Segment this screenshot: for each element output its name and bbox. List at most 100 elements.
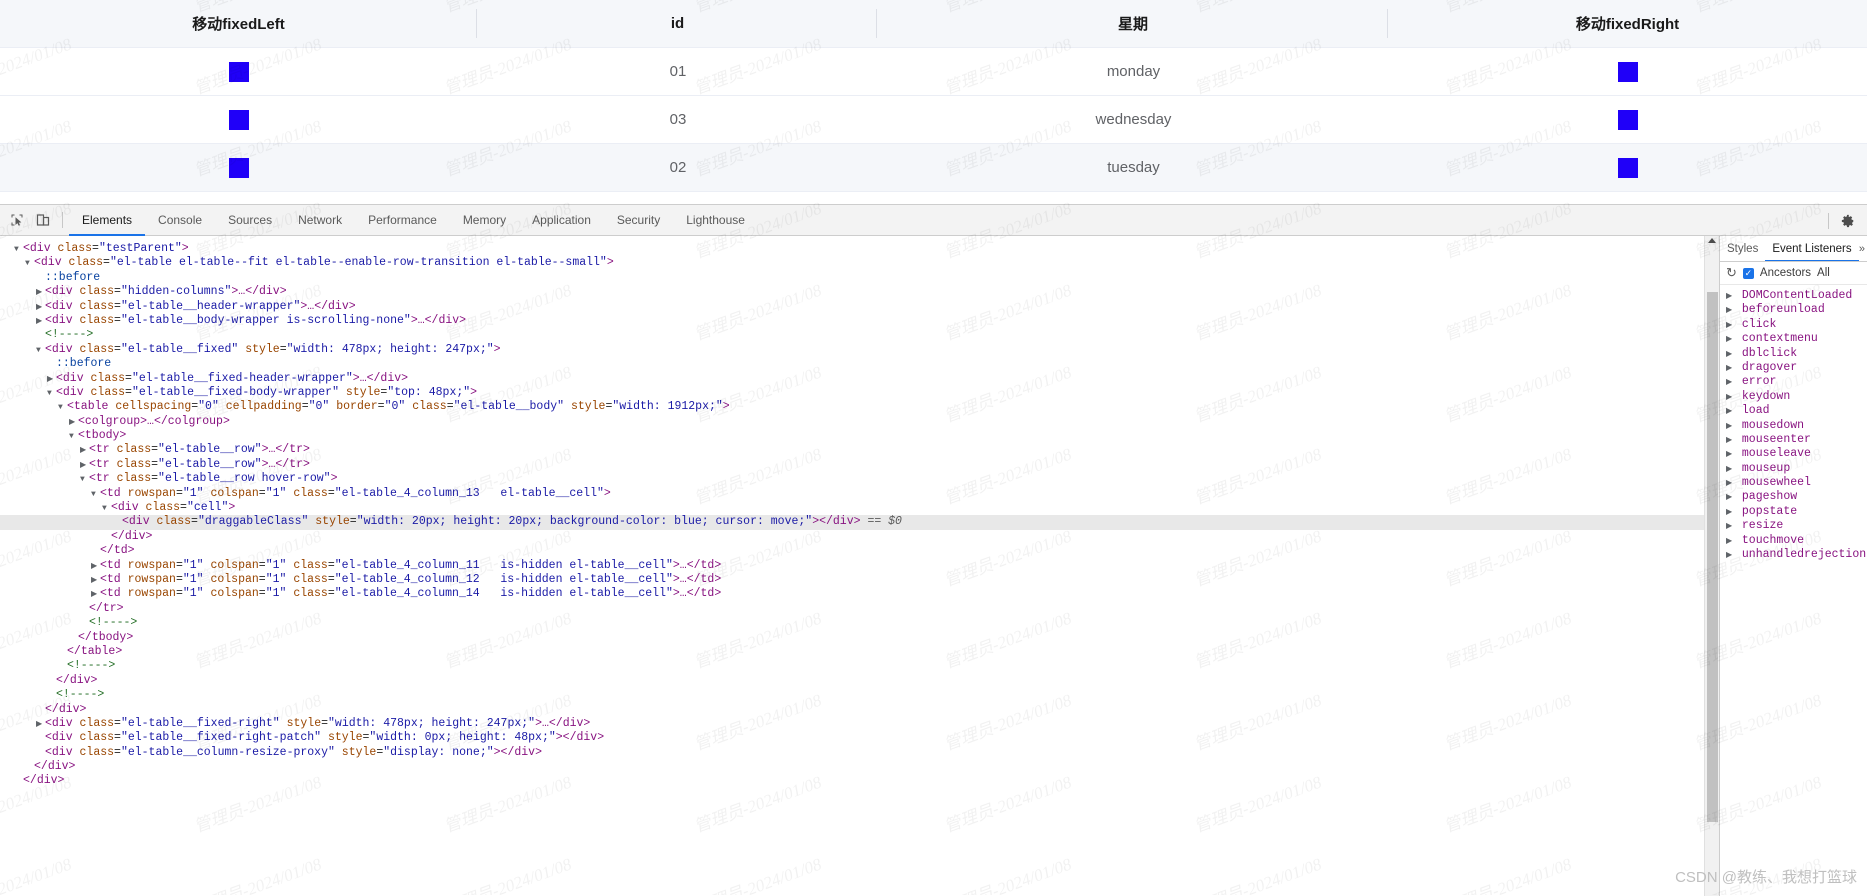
- dom-node[interactable]: </div>: [0, 703, 1719, 717]
- drag-handle-square[interactable]: [229, 61, 249, 82]
- dom-node[interactable]: </div>: [0, 760, 1719, 774]
- expand-triangle-icon[interactable]: [1726, 490, 1735, 505]
- dom-node[interactable]: </tr>: [0, 602, 1719, 616]
- drag-handle-square[interactable]: [1618, 157, 1638, 178]
- dom-node[interactable]: ::before: [0, 357, 1719, 371]
- collapse-triangle-icon[interactable]: [91, 573, 100, 588]
- tab-memory[interactable]: Memory: [450, 205, 519, 236]
- event-listener-item[interactable]: click: [1720, 318, 1867, 332]
- dom-node[interactable]: <div class="el-table__header-wrapper">…<…: [0, 300, 1719, 314]
- expand-triangle-icon[interactable]: [1726, 419, 1735, 434]
- event-listener-item[interactable]: DOMContentLoaded: [1720, 289, 1867, 303]
- event-listener-item[interactable]: mouseleave: [1720, 447, 1867, 461]
- dom-node[interactable]: <td rowspan="1" colspan="1" class="el-ta…: [0, 573, 1719, 587]
- expand-triangle-icon[interactable]: [36, 343, 45, 358]
- column-header-fixedLeft[interactable]: 移动fixedLeft: [0, 0, 478, 47]
- tab-performance[interactable]: Performance: [355, 205, 450, 236]
- dom-node[interactable]: <table cellspacing="0" cellpadding="0" b…: [0, 400, 1719, 414]
- elements-dom-tree-pane[interactable]: <div class="testParent"><div class="el-t…: [0, 236, 1719, 896]
- tab-network[interactable]: Network: [285, 205, 355, 236]
- dom-node[interactable]: <td rowspan="1" colspan="1" class="el-ta…: [0, 559, 1719, 573]
- dom-node[interactable]: <colgroup>…</colgroup>: [0, 415, 1719, 429]
- table-row[interactable]: 02 tuesday: [0, 144, 1867, 192]
- expand-triangle-icon[interactable]: [47, 386, 56, 401]
- dom-node[interactable]: <div class="testParent">: [0, 242, 1719, 256]
- dom-node[interactable]: <div class="el-table__fixed-right-patch"…: [0, 731, 1719, 745]
- event-listener-item[interactable]: error: [1720, 375, 1867, 389]
- dom-node[interactable]: <div class="hidden-columns">…</div>: [0, 285, 1719, 299]
- drag-handle-square[interactable]: [229, 157, 249, 178]
- dom-tree-scrollbar[interactable]: [1704, 236, 1719, 896]
- dom-node[interactable]: <div class="el-table__column-resize-prox…: [0, 746, 1719, 760]
- drag-handle-square[interactable]: [1618, 61, 1638, 82]
- dom-node[interactable]: <div class="el-table__fixed-right" style…: [0, 717, 1719, 731]
- expand-triangle-icon[interactable]: [1726, 289, 1735, 304]
- expand-triangle-icon[interactable]: [1726, 433, 1735, 448]
- dom-node[interactable]: <!---->: [0, 688, 1719, 702]
- dom-node[interactable]: ::before: [0, 271, 1719, 285]
- event-listener-item[interactable]: keydown: [1720, 390, 1867, 404]
- dom-node[interactable]: <div class="el-table__fixed-header-wrapp…: [0, 372, 1719, 386]
- expand-triangle-icon[interactable]: [1726, 332, 1735, 347]
- gear-icon[interactable]: [1835, 209, 1861, 233]
- expand-triangle-icon[interactable]: [1726, 303, 1735, 318]
- expand-triangle-icon[interactable]: [91, 487, 100, 502]
- expand-triangle-icon[interactable]: [1726, 375, 1735, 390]
- event-listener-item[interactable]: mouseup: [1720, 462, 1867, 476]
- drag-handle-square[interactable]: [229, 109, 249, 130]
- tab-console[interactable]: Console: [145, 205, 215, 236]
- dom-node[interactable]: </tbody>: [0, 631, 1719, 645]
- expand-triangle-icon[interactable]: [1726, 361, 1735, 376]
- tab-lighthouse[interactable]: Lighthouse: [673, 205, 758, 236]
- expand-triangle-icon[interactable]: [1726, 534, 1735, 549]
- expand-triangle-icon[interactable]: [80, 472, 89, 487]
- scroll-up-arrow-icon[interactable]: [1708, 238, 1716, 243]
- collapse-triangle-icon[interactable]: [36, 285, 45, 300]
- column-header-fixedRight[interactable]: 移动fixedRight: [1389, 0, 1867, 47]
- expand-triangle-icon[interactable]: [1726, 505, 1735, 520]
- dom-node[interactable]: </table>: [0, 645, 1719, 659]
- expand-triangle-icon[interactable]: [1726, 476, 1735, 491]
- expand-triangle-icon[interactable]: [25, 256, 34, 271]
- table-row[interactable]: 01 monday: [0, 48, 1867, 96]
- dom-node[interactable]: <!---->: [0, 616, 1719, 630]
- collapse-triangle-icon[interactable]: [36, 717, 45, 732]
- event-listener-item[interactable]: dragover: [1720, 361, 1867, 375]
- dom-node[interactable]: <!---->: [0, 328, 1719, 342]
- sidebar-more-tabs-icon[interactable]: »: [1859, 243, 1865, 255]
- event-listener-item[interactable]: mousedown: [1720, 419, 1867, 433]
- expand-triangle-icon[interactable]: [1726, 548, 1735, 563]
- tab-elements[interactable]: Elements: [69, 205, 145, 236]
- expand-triangle-icon[interactable]: [1726, 447, 1735, 462]
- tab-security[interactable]: Security: [604, 205, 673, 236]
- dom-node[interactable]: <td rowspan="1" colspan="1" class="el-ta…: [0, 487, 1719, 501]
- sidebar-tab-event-listeners[interactable]: Event Listeners: [1765, 236, 1858, 261]
- dom-node[interactable]: </td>: [0, 544, 1719, 558]
- expand-triangle-icon[interactable]: [1726, 462, 1735, 477]
- framework-filter-select[interactable]: All: [1817, 267, 1830, 279]
- dom-node[interactable]: </div>: [0, 674, 1719, 688]
- collapse-triangle-icon[interactable]: [80, 458, 89, 473]
- dom-node[interactable]: <td rowspan="1" colspan="1" class="el-ta…: [0, 587, 1719, 601]
- scrollbar-thumb[interactable]: [1707, 292, 1718, 822]
- collapse-triangle-icon[interactable]: [80, 443, 89, 458]
- event-listener-item[interactable]: beforeunload: [1720, 303, 1867, 317]
- column-header-week[interactable]: 星期: [878, 0, 1389, 47]
- tab-application[interactable]: Application: [519, 205, 604, 236]
- drag-handle-square[interactable]: [1618, 109, 1638, 130]
- collapse-triangle-icon[interactable]: [69, 415, 78, 430]
- collapse-triangle-icon[interactable]: [36, 314, 45, 329]
- inspect-cursor-icon[interactable]: [4, 208, 30, 232]
- dom-node[interactable]: </div>: [0, 774, 1719, 788]
- refresh-icon[interactable]: ↻: [1726, 265, 1737, 281]
- expand-triangle-icon[interactable]: [1726, 318, 1735, 333]
- event-listener-item[interactable]: resize: [1720, 519, 1867, 533]
- dom-node[interactable]: <div class="el-table el-table--fit el-ta…: [0, 256, 1719, 270]
- event-listener-item[interactable]: pageshow: [1720, 490, 1867, 504]
- event-listener-item[interactable]: popstate: [1720, 505, 1867, 519]
- dom-node[interactable]: <div class="el-table__fixed-body-wrapper…: [0, 386, 1719, 400]
- expand-triangle-icon[interactable]: [1726, 404, 1735, 419]
- tab-sources[interactable]: Sources: [215, 205, 285, 236]
- event-listener-item[interactable]: contextmenu: [1720, 332, 1867, 346]
- dom-node[interactable]: <div class="el-table__body-wrapper is-sc…: [0, 314, 1719, 328]
